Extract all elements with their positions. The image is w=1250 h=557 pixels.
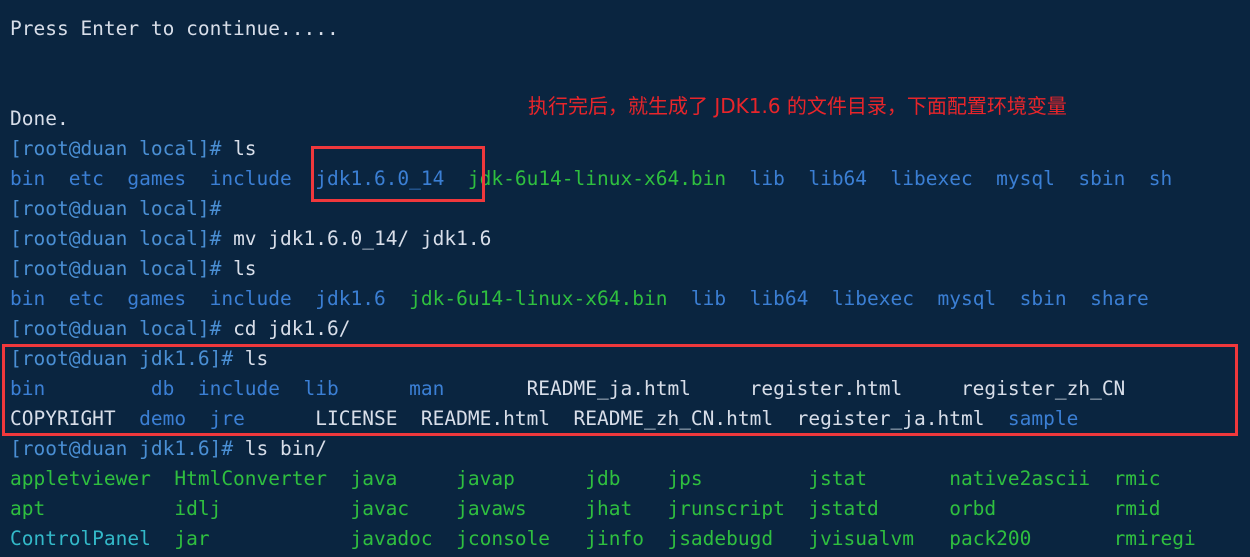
terminal-text-segment: [root@duan jdk1.6]# xyxy=(10,437,234,460)
terminal-text-segment: ls xyxy=(233,347,269,370)
terminal-text-segment: cd jdk1.6/ xyxy=(221,317,351,340)
terminal-text-segment: [root@duan local]# xyxy=(10,227,222,250)
terminal-line: [root@duan jdk1.6]# ls bin/ xyxy=(10,434,327,464)
terminal-text-segment: lib lib64 libexec mysql sbin sh xyxy=(726,167,1173,190)
terminal-line: COPYRIGHT demo jre LICENSE README.html R… xyxy=(10,404,1078,434)
terminal-line: bin db include lib man README_ja.html re… xyxy=(10,374,1125,404)
terminal-text-segment: apt idlj javac javaws jhat jrunscript js… xyxy=(10,497,1161,520)
terminal-text-segment: jar javadoc jconsole jinfo jsadebugd jvi… xyxy=(150,527,1196,550)
terminal-text-segment: ls xyxy=(221,257,257,280)
terminal-text-segment: Press Enter to continue..... xyxy=(10,17,339,40)
terminal-text-segment: COPYRIGHT xyxy=(10,407,116,430)
terminal-text-segment: demo jre xyxy=(115,407,245,430)
terminal-text-segment: ControlPanel xyxy=(10,527,151,550)
terminal-text-segment: LICENSE README.html README_zh_CN.html re… xyxy=(244,407,1008,430)
terminal-text-segment: mv jdk1.6.0_14/ jdk1.6 xyxy=(221,227,492,250)
terminal-line: [root@duan local]# xyxy=(10,194,221,224)
terminal-text-segment: appletviewer HtmlConverter java javap jd… xyxy=(10,467,1161,490)
terminal-text-segment: sample xyxy=(1007,407,1079,430)
terminal-text-segment: [root@duan local]# xyxy=(10,317,222,340)
terminal-text-segment: README_ja.html register.html register_zh… xyxy=(526,377,1126,400)
terminal-line: [root@duan local]# ls xyxy=(10,254,257,284)
terminal-text-segment: bin etc games include jdk1.6 xyxy=(10,287,410,310)
terminal-text-segment: ls xyxy=(221,137,257,160)
terminal-line: bin etc games include jdk1.6 jdk-6u14-li… xyxy=(10,284,1149,314)
terminal-line: [root@duan local]# mv jdk1.6.0_14/ jdk1.… xyxy=(10,224,491,254)
terminal-text-segment: bin etc games include jdk1.6.0_14 xyxy=(10,167,468,190)
terminal-line: [root@duan local]# ls xyxy=(10,134,257,164)
terminal-text-segment: bin db include lib man xyxy=(10,377,527,400)
terminal-screen[interactable]: Press Enter to continue..... Done. [root@d… xyxy=(0,0,1250,557)
terminal-line: Press Enter to continue..... xyxy=(10,14,339,44)
terminal-text-segment: jdk-6u14-linux-x64.bin xyxy=(409,287,668,310)
terminal-text-segment: [root@duan jdk1.6]# xyxy=(10,347,234,370)
terminal-line: apt idlj javac javaws jhat jrunscript js… xyxy=(10,494,1161,524)
terminal-line: ControlPanel jar javadoc jconsole jinfo … xyxy=(10,524,1196,554)
terminal-line: [root@duan jdk1.6]# ls xyxy=(10,344,268,374)
terminal-line: appletviewer HtmlConverter java javap jd… xyxy=(10,464,1161,494)
terminal-line: bin etc games include jdk1.6.0_14 jdk-6u… xyxy=(10,164,1172,194)
terminal-text-segment: jdk-6u14-linux-x64.bin xyxy=(467,167,727,190)
terminal-text-segment: [root@duan local]# xyxy=(10,257,222,280)
terminal-text-segment: ls bin/ xyxy=(233,437,327,460)
terminal-text-segment: lib lib64 libexec mysql sbin share xyxy=(667,287,1149,310)
terminal-text-segment: Done. xyxy=(10,107,69,130)
terminal-line: [root@duan local]# cd jdk1.6/ xyxy=(10,314,350,344)
terminal-text-segment: [root@duan local]# xyxy=(10,137,222,160)
terminal-line: Done. xyxy=(10,104,69,134)
chinese-note: 执行完后，就生成了 JDK1.6 的文件目录，下面配置环境变量 xyxy=(528,94,1067,118)
terminal-text-segment: [root@duan local]# xyxy=(10,197,222,220)
